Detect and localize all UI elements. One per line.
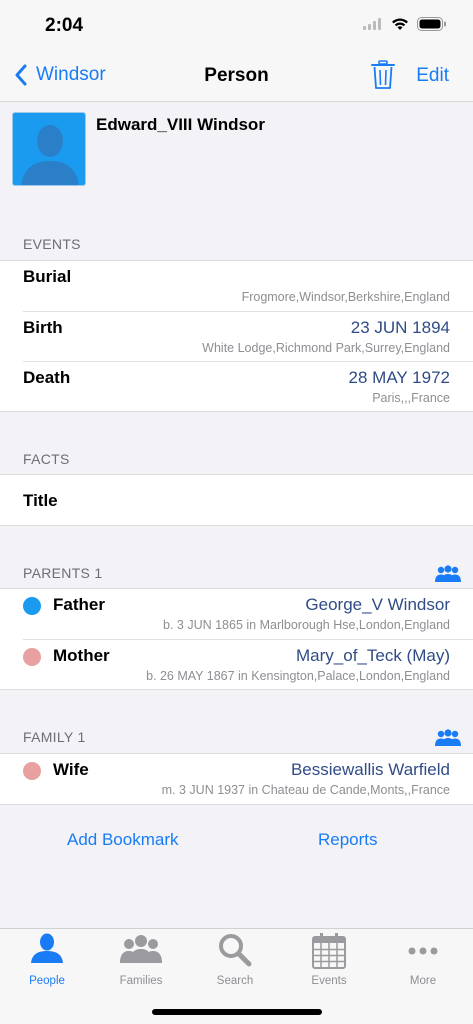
reports-button[interactable]: Reports [318, 830, 378, 850]
family-list: Wife Bessiewallis Warfield m. 3 JUN 1937… [0, 753, 473, 805]
event-place: Frogmore,Windsor,Berkshire,England [241, 290, 450, 304]
event-place: Paris,,,France [372, 391, 450, 405]
event-title: Birth [23, 318, 63, 337]
person-icon [31, 933, 63, 963]
tab-label: People [29, 975, 65, 987]
more-icon [408, 947, 438, 955]
event-date: 23 JUN 1894 [350, 318, 450, 337]
parent-row-father[interactable]: Father George_V Windsor b. 3 JUN 1865 in… [0, 589, 473, 639]
relative-name: George_V Windsor [305, 595, 450, 614]
family-group-icon[interactable] [435, 729, 461, 747]
events-section-header: EVENTS [23, 236, 81, 252]
spouse-name: Bessiewallis Warfield [290, 760, 450, 779]
battery-icon [417, 17, 446, 31]
relative-birth: b. 3 JUN 1865 in Marlborough Hse,London,… [163, 618, 450, 632]
family-row-wife[interactable]: Wife Bessiewallis Warfield m. 3 JUN 1937… [0, 754, 473, 804]
tab-label: More [409, 975, 437, 987]
person-name: Edward_VIII Windsor [96, 115, 265, 134]
person-header: Edward_VIII Windsor [0, 103, 473, 228]
tab-label: Events [311, 975, 347, 987]
male-dot-icon [23, 597, 41, 615]
tab-more[interactable]: More [376, 933, 470, 993]
delete-button[interactable] [371, 60, 395, 95]
edit-button[interactable]: Edit [416, 65, 449, 87]
cellular-icon [363, 18, 381, 30]
search-icon [219, 934, 252, 967]
relation-label: Father [53, 595, 105, 614]
event-row-burial[interactable]: Burial Frogmore,Windsor,Berkshire,Englan… [0, 261, 473, 311]
tab-events[interactable]: Events [282, 933, 376, 993]
wifi-icon [392, 18, 408, 30]
marriage-info: m. 3 JUN 1937 in Chateau de Cande,Monts,… [161, 783, 450, 797]
family-section-header: FAMILY 1 [23, 729, 86, 745]
trash-icon [371, 60, 395, 89]
facts-section-header: FACTS [23, 451, 70, 467]
facts-list: Title [0, 474, 473, 526]
relation-label: Mother [53, 646, 110, 665]
status-time: 2:04 [45, 15, 84, 36]
tab-people[interactable]: People [0, 933, 94, 993]
female-dot-icon [23, 648, 41, 666]
event-row-birth[interactable]: Birth 23 JUN 1894 White Lodge,Richmond P… [23, 311, 473, 361]
avatar[interactable] [12, 112, 86, 186]
page-title: Person [204, 65, 269, 86]
female-dot-icon [23, 762, 41, 780]
relative-name: Mary_of_Teck (May) [296, 646, 450, 665]
navigation-bar: Windsor Person Edit [0, 52, 473, 102]
families-icon [120, 935, 162, 963]
relative-birth: b. 26 MAY 1867 in Kensington,Palace,Lond… [146, 669, 450, 683]
event-title: Death [23, 368, 71, 387]
person-silhouette-icon [21, 125, 79, 185]
add-bookmark-button[interactable]: Add Bookmark [67, 830, 179, 850]
fact-title: Title [23, 491, 58, 510]
status-bar: 2:04 [0, 0, 473, 52]
relation-label: Wife [53, 760, 89, 779]
tab-label: Search [216, 975, 254, 987]
parents-section-header: PARENTS 1 [23, 565, 103, 581]
event-title: Burial [23, 267, 72, 286]
event-date: 28 MAY 1972 [348, 368, 450, 387]
tab-search[interactable]: Search [188, 933, 282, 993]
event-row-death[interactable]: Death 28 MAY 1972 Paris,,,France [23, 361, 473, 411]
tab-families[interactable]: Families [94, 933, 188, 993]
parent-row-mother[interactable]: Mother Mary_of_Teck (May) b. 26 MAY 1867… [23, 639, 473, 689]
events-list: Burial Frogmore,Windsor,Berkshire,Englan… [0, 260, 473, 412]
status-icons [363, 17, 447, 31]
fact-row-title[interactable]: Title [0, 475, 473, 525]
tab-label: Families [119, 975, 163, 987]
parents-list: Father George_V Windsor b. 3 JUN 1865 in… [0, 588, 473, 690]
home-indicator [152, 1009, 322, 1015]
parents-group-icon[interactable] [435, 565, 461, 583]
calendar-icon [312, 933, 346, 969]
event-place: White Lodge,Richmond Park,Surrey,England [202, 341, 450, 355]
